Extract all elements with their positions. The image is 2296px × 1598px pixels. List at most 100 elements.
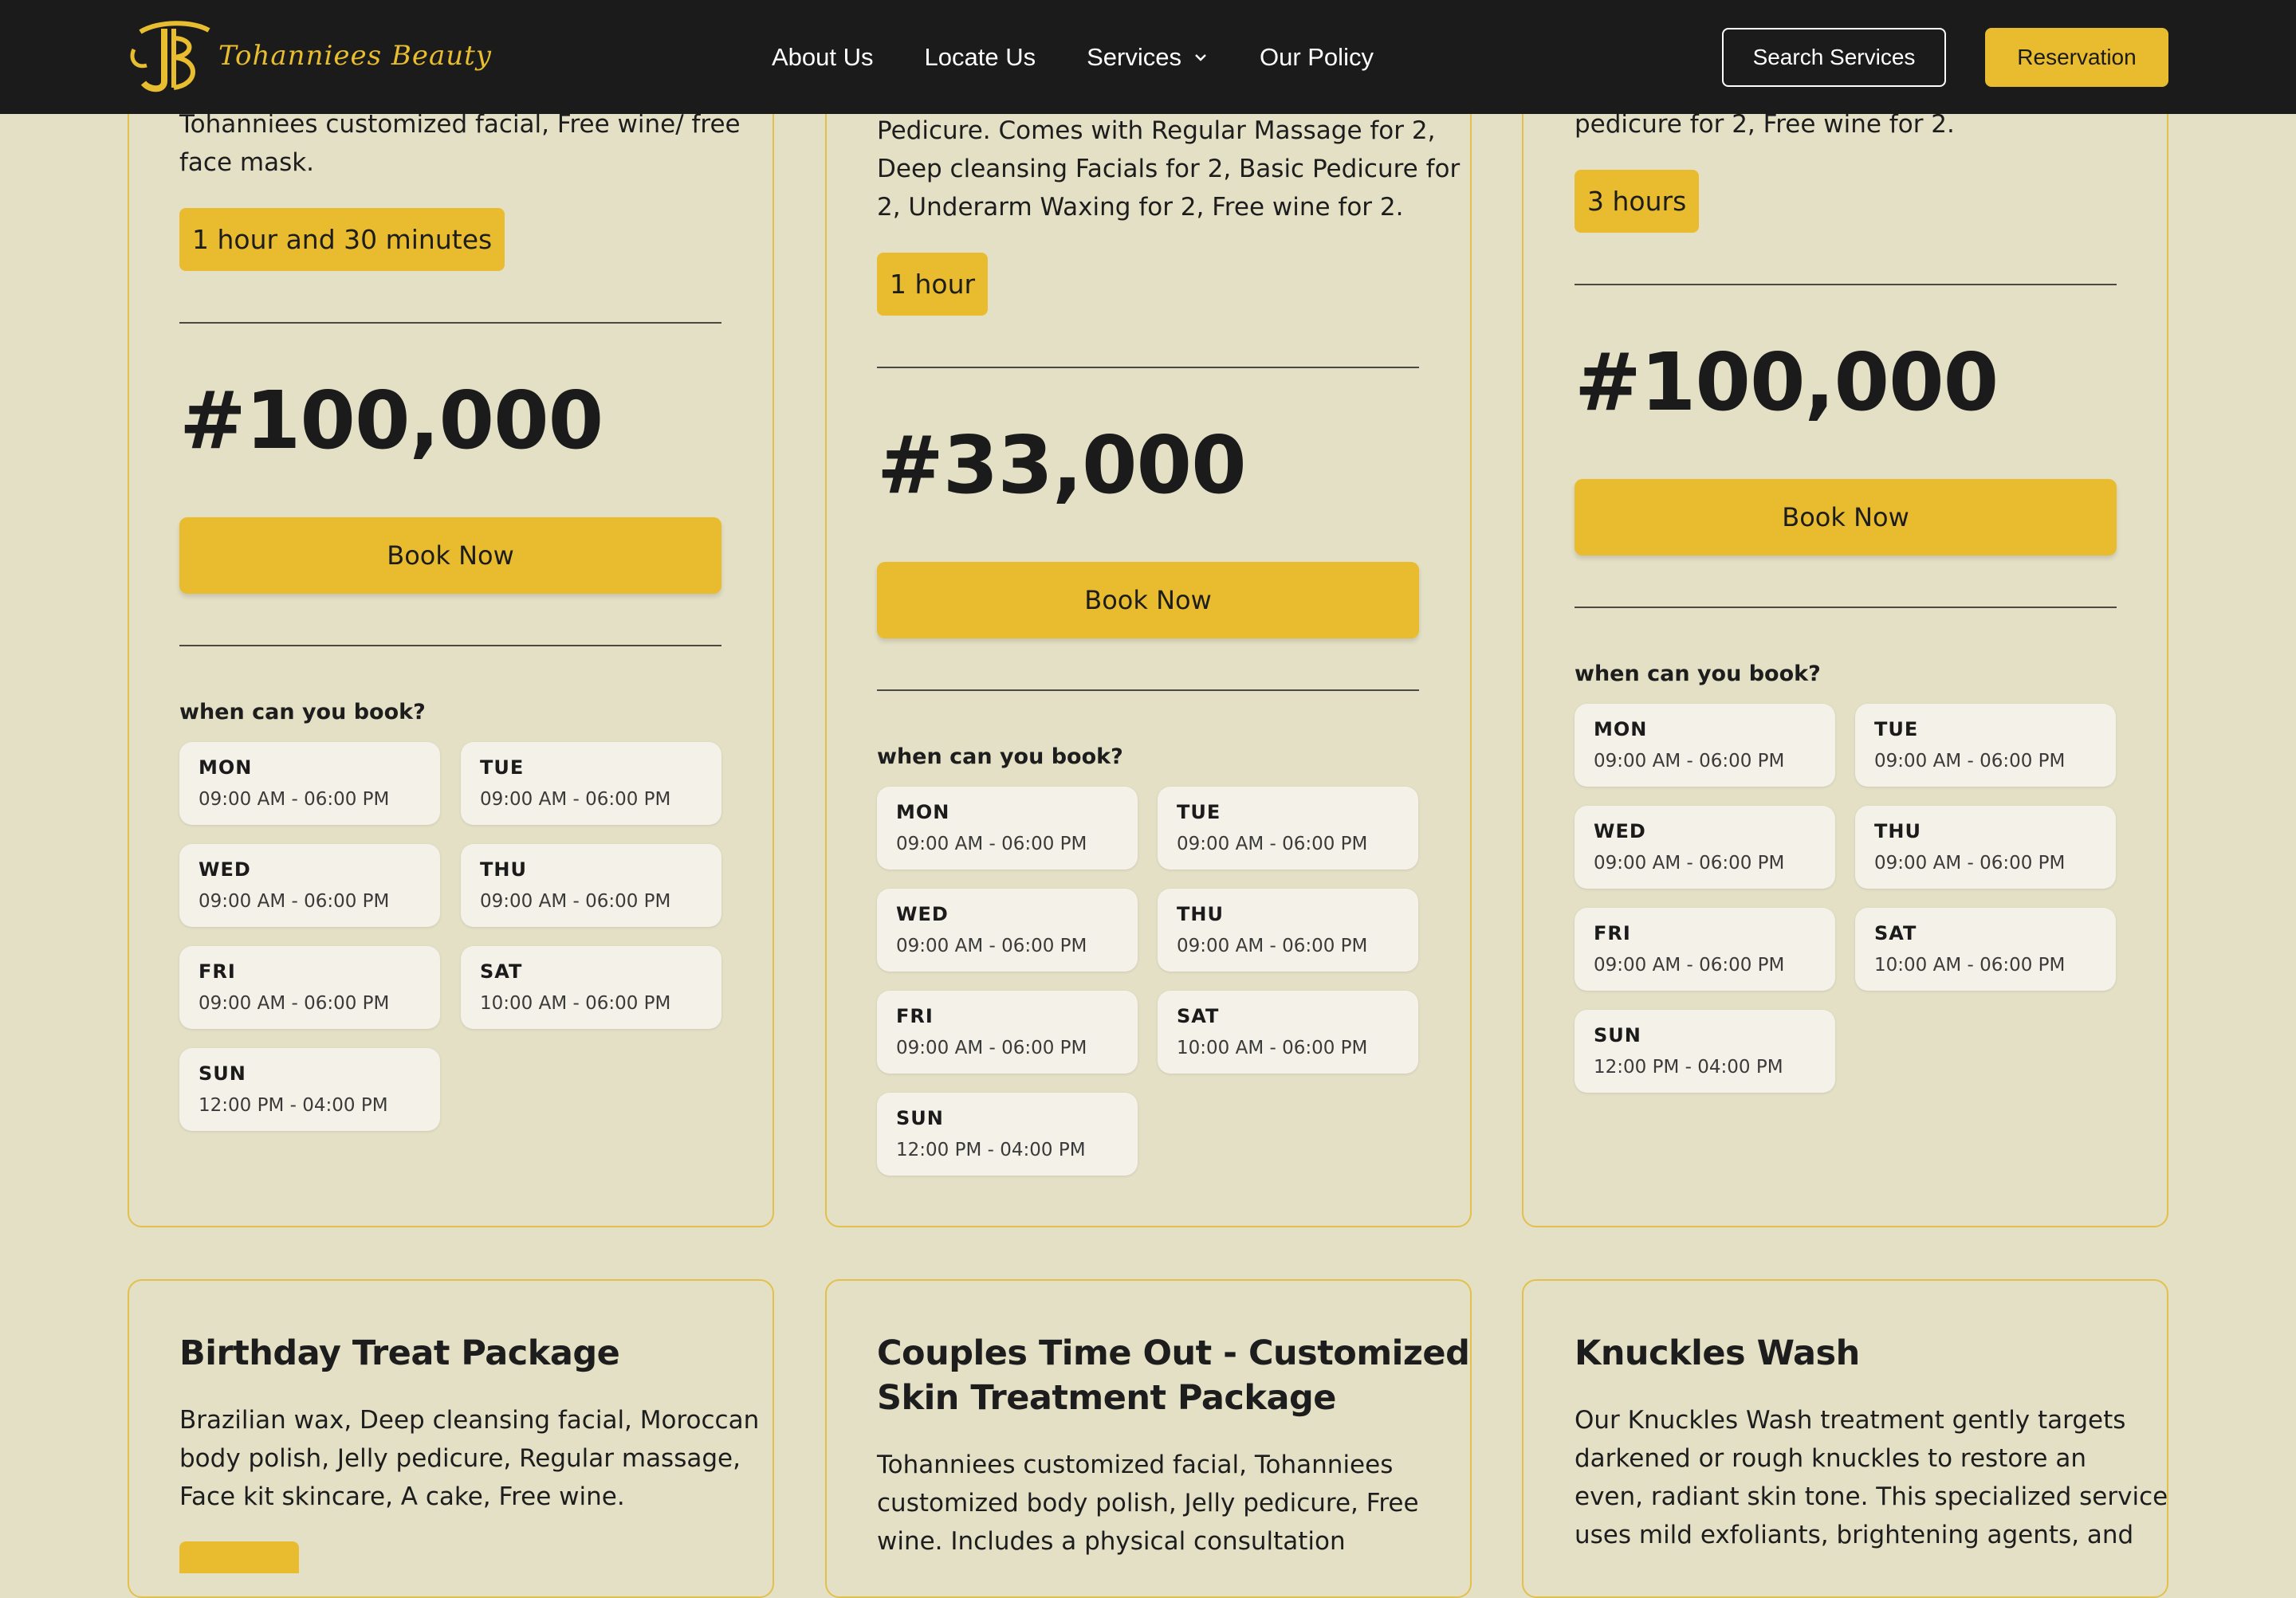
schedule-day: SUN 12:00 PM - 04:00 PM xyxy=(1575,1010,1835,1093)
desc-line: Brazilian wax, Deep cleansing facial, Mo… xyxy=(179,1406,760,1435)
availability-heading: when can you book? xyxy=(1575,662,1821,686)
day-name: MON xyxy=(1594,718,1648,740)
day-hours: 09:00 AM - 06:00 PM xyxy=(199,891,390,912)
day-name: WED xyxy=(199,858,251,881)
service-description: Tohanniees customized facial, Free wine/… xyxy=(179,105,741,182)
brand-name: Tohanniees Beauty xyxy=(218,40,492,72)
day-name: SAT xyxy=(1177,1005,1220,1027)
service-description: Pedicure. Comes with Regular Massage for… xyxy=(877,112,1460,226)
availability-heading: when can you book? xyxy=(179,700,426,724)
divider xyxy=(1575,284,2117,285)
schedule-day: MON 09:00 AM - 06:00 PM xyxy=(179,742,440,825)
day-hours: 09:00 AM - 06:00 PM xyxy=(480,891,671,912)
desc-line: Our Knuckles Wash treatment gently targe… xyxy=(1575,1406,2126,1435)
duration-badge xyxy=(179,1541,299,1573)
book-now-button[interactable]: Book Now xyxy=(877,562,1419,638)
desc-line: darkened or rough knuckles to restore an xyxy=(1575,1444,2086,1473)
service-card xyxy=(128,0,774,1227)
desc-line: customized body polish, Jelly pedicure, … xyxy=(877,1489,1419,1518)
day-name: WED xyxy=(896,903,949,925)
service-title: Couples Time Out - Customized Skin Treat… xyxy=(877,1331,1470,1420)
day-name: MON xyxy=(896,801,950,823)
desc-line: Tohanniees customized facial, Tohanniees xyxy=(877,1451,1394,1479)
nav-services-dropdown[interactable]: Services xyxy=(1087,43,1209,72)
day-hours: 09:00 AM - 06:00 PM xyxy=(896,834,1087,854)
reservation-button[interactable]: Reservation xyxy=(1985,28,2168,87)
schedule-day: THU 09:00 AM - 06:00 PM xyxy=(461,844,721,927)
desc-line: wine. Includes a physical consultation xyxy=(877,1527,1346,1556)
desc-line: Deep cleansing Facials for 2, Basic Pedi… xyxy=(877,155,1461,183)
desc-line: pedicure for 2, Free wine for 2. xyxy=(1575,110,1955,139)
duration-badge: 1 hour xyxy=(877,253,989,316)
service-title: Birthday Treat Package xyxy=(179,1331,620,1376)
day-hours: 10:00 AM - 06:00 PM xyxy=(1874,955,2066,976)
title-line: Couples Time Out - Customized xyxy=(877,1333,1470,1373)
schedule-day: FRI 09:00 AM - 06:00 PM xyxy=(1575,908,1835,991)
divider xyxy=(877,689,1419,691)
book-now-button[interactable]: Book Now xyxy=(1575,479,2117,556)
day-hours: 09:00 AM - 06:00 PM xyxy=(1594,751,1785,772)
day-name: TUE xyxy=(1874,718,1919,740)
schedule-day: SAT 10:00 AM - 06:00 PM xyxy=(1855,908,2116,991)
day-hours: 09:00 AM - 06:00 PM xyxy=(896,936,1087,956)
desc-line: uses mild exfoliants, brightening agents… xyxy=(1575,1521,2134,1549)
day-hours: 12:00 PM - 04:00 PM xyxy=(896,1140,1086,1160)
schedule-day: MON 09:00 AM - 06:00 PM xyxy=(877,787,1138,870)
schedule-day: WED 09:00 AM - 06:00 PM xyxy=(877,889,1138,972)
schedule-day: SUN 12:00 PM - 04:00 PM xyxy=(179,1048,440,1131)
desc-line: 2, Underarm Waxing for 2, Free wine for … xyxy=(877,193,1404,222)
day-name: THU xyxy=(480,858,527,881)
schedule-day: THU 09:00 AM - 06:00 PM xyxy=(1158,889,1418,972)
day-hours: 09:00 AM - 06:00 PM xyxy=(1874,853,2066,874)
schedule-day: SAT 10:00 AM - 06:00 PM xyxy=(1158,991,1418,1074)
chevron-down-icon xyxy=(1195,53,1206,61)
service-description: Tohanniees customized facial, Tohanniees… xyxy=(877,1446,1419,1561)
schedule-day: WED 09:00 AM - 06:00 PM xyxy=(179,844,440,927)
day-name: FRI xyxy=(199,960,236,983)
day-name: MON xyxy=(199,756,253,779)
nav-links: About Us Locate Us Services Our Policy xyxy=(772,0,1425,114)
day-name: THU xyxy=(1874,820,1921,842)
schedule-day: MON 09:00 AM - 06:00 PM xyxy=(1575,704,1835,787)
schedule-day: TUE 09:00 AM - 06:00 PM xyxy=(461,742,721,825)
day-name: SAT xyxy=(480,960,523,983)
schedule-day: TUE 09:00 AM - 06:00 PM xyxy=(1158,787,1418,870)
schedule-day: FRI 09:00 AM - 06:00 PM xyxy=(179,946,440,1029)
day-hours: 12:00 PM - 04:00 PM xyxy=(199,1095,388,1116)
service-description: Our Knuckles Wash treatment gently targe… xyxy=(1575,1401,2168,1554)
divider xyxy=(1575,607,2117,608)
service-title: Knuckles Wash xyxy=(1575,1331,1860,1376)
day-hours: 09:00 AM - 06:00 PM xyxy=(1874,751,2066,772)
title-line: Birthday Treat Package xyxy=(179,1333,620,1373)
search-services-button[interactable]: Search Services xyxy=(1722,28,1946,87)
schedule-day: THU 09:00 AM - 06:00 PM xyxy=(1855,806,2116,889)
schedule-day: WED 09:00 AM - 06:00 PM xyxy=(1575,806,1835,889)
book-now-button[interactable]: Book Now xyxy=(179,517,721,594)
day-hours: 10:00 AM - 06:00 PM xyxy=(1177,1038,1368,1058)
nav-our-policy[interactable]: Our Policy xyxy=(1260,43,1374,72)
top-navbar: Tohanniees Beauty About Us Locate Us Ser… xyxy=(0,0,2296,114)
duration-badge: 1 hour and 30 minutes xyxy=(179,208,505,271)
logo-monogram-icon xyxy=(130,21,210,92)
brand-logo[interactable]: Tohanniees Beauty xyxy=(126,18,492,94)
day-name: TUE xyxy=(480,756,525,779)
day-hours: 09:00 AM - 06:00 PM xyxy=(199,789,390,810)
desc-line: body polish, Jelly pedicure, Regular mas… xyxy=(179,1444,741,1473)
title-line: Skin Treatment Package xyxy=(877,1378,1336,1418)
day-hours: 09:00 AM - 06:00 PM xyxy=(896,1038,1087,1058)
day-name: TUE xyxy=(1177,801,1221,823)
service-description: Brazilian wax, Deep cleansing facial, Mo… xyxy=(179,1401,759,1516)
day-name: FRI xyxy=(1594,922,1631,944)
nav-locate-us[interactable]: Locate Us xyxy=(925,43,1036,72)
day-hours: 09:00 AM - 06:00 PM xyxy=(1177,834,1368,854)
nav-about-us[interactable]: About Us xyxy=(772,43,874,72)
day-hours: 09:00 AM - 06:00 PM xyxy=(1594,853,1785,874)
title-line: Knuckles Wash xyxy=(1575,1333,1860,1373)
day-name: SAT xyxy=(1874,922,1917,944)
day-name: SUN xyxy=(896,1107,944,1129)
day-hours: 09:00 AM - 06:00 PM xyxy=(199,993,390,1014)
day-name: FRI xyxy=(896,1005,934,1027)
desc-line: Pedicure. Comes with Regular Massage for… xyxy=(877,116,1436,145)
desc-line: even, radiant skin tone. This specialize… xyxy=(1575,1482,2168,1511)
divider xyxy=(179,322,721,324)
